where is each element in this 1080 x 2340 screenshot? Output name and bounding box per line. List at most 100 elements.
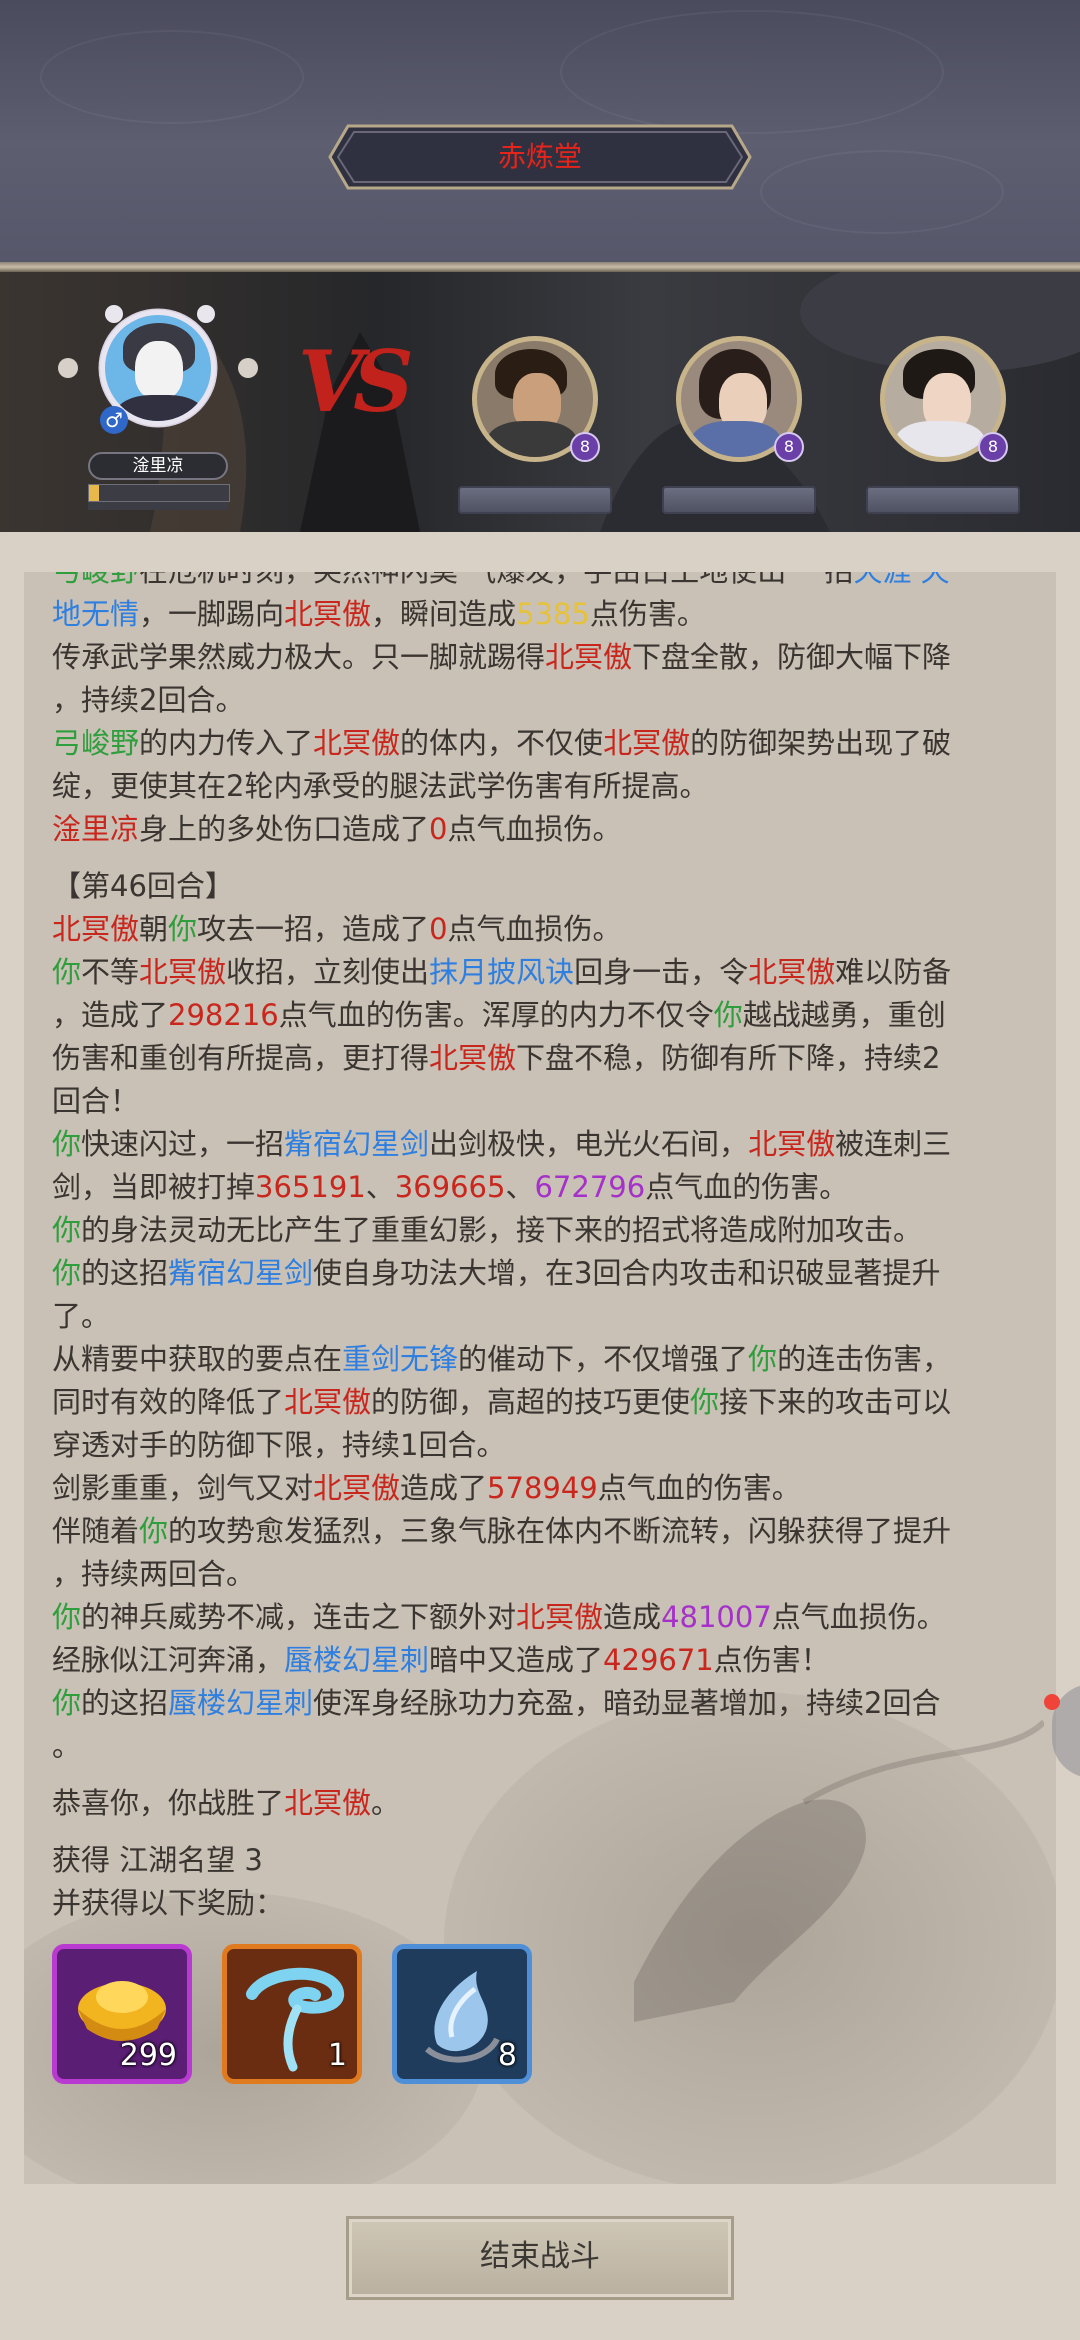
log-segment: 北冥傲	[313, 1471, 401, 1505]
log-segment: 你	[139, 1514, 169, 1548]
log-line: 弓峻野在危机时刻，突然神闪莫 气爆发，手由白土地使出 一招天涯 天	[52, 572, 1042, 593]
log-segment: 你	[52, 955, 82, 989]
log-segment: 身上的多处伤口造成了	[139, 812, 430, 846]
log-line: 弓峻野的内力传入了北冥傲的体内，不仅使北冥傲的防御架势出现了破	[52, 722, 1042, 765]
log-segment: 不等	[81, 955, 140, 989]
enemy-name-plate	[866, 486, 1020, 514]
log-segment: 的防御，高超的技巧更使	[371, 1385, 691, 1419]
log-segment: ，一脚踢向	[139, 597, 285, 631]
log-segment: 你	[52, 1127, 82, 1161]
log-segment: 北冥傲	[139, 955, 227, 989]
log-segment: 快速闪过，一招	[81, 1127, 285, 1161]
log-segment: 你	[690, 1385, 720, 1419]
rank-badge: 8	[978, 432, 1008, 462]
enemy-card[interactable]: 8	[866, 336, 1026, 516]
log-line: 你的这招蜃楼幻星刺使浑身经脉功力充盈，暗劲显著增加，持续2回合	[52, 1682, 1042, 1725]
log-segment: 你	[168, 912, 198, 946]
log-segment: 你	[713, 998, 743, 1032]
log-segment: 回身一击，令	[574, 955, 749, 989]
log-segment: 你	[52, 1213, 82, 1247]
log-segment: 暗中又造成了	[429, 1643, 604, 1677]
player-name: 淦里凉	[132, 456, 184, 476]
enemy-card[interactable]: 8	[458, 336, 618, 516]
log-segment: 下盘不稳，防御有所下降，持续2	[516, 1041, 941, 1075]
log-segment: 北冥傲	[748, 1127, 836, 1161]
log-line: 并获得以下奖励：	[52, 1882, 1042, 1925]
log-segment: 弓峻野	[52, 572, 139, 588]
log-segment: 抹月披风诀	[429, 955, 575, 989]
log-segment: 剑影重重，剑气又对	[52, 1471, 314, 1505]
log-segment: 。	[371, 1786, 401, 1820]
log-line: 回合！	[52, 1080, 1042, 1123]
log-segment: 点气血损伤。	[447, 812, 622, 846]
log-segment: 地无情	[52, 597, 140, 631]
log-segment: 获得 江湖名望 3	[52, 1843, 263, 1877]
log-line: 【第46回合】	[52, 865, 1042, 908]
log-line: 传承武学果然威力极大。只一脚就踢得北冥傲下盘全散，防御大幅下降	[52, 636, 1042, 679]
log-segment: 剑，当即被打掉	[52, 1170, 256, 1204]
log-segment: 蜃楼幻星刺	[284, 1643, 430, 1677]
log-segment: 的内力传入了	[139, 726, 314, 760]
log-segment: 经脉似江河奔涌，	[52, 1643, 285, 1677]
log-line: 恭喜你，你战胜了北冥傲。	[52, 1782, 1042, 1825]
log-line: 你的身法灵动无比产生了重重幻影，接下来的招式将造成附加攻击。	[52, 1209, 1042, 1252]
log-segment: 429671	[603, 1643, 714, 1677]
log-segment: ，造成了	[52, 998, 169, 1032]
reward-count: 8	[497, 2038, 517, 2073]
reward-item[interactable]: 1	[222, 1944, 362, 2084]
log-segment: ，瞬间造成	[371, 597, 517, 631]
log-segment: 觜宿幻星剑	[168, 1256, 314, 1290]
log-segment: 被连刺三	[835, 1127, 952, 1161]
log-line: ，持续2回合。	[52, 679, 1042, 722]
log-line: 了。	[52, 1295, 1042, 1338]
player-name-plate: 淦里凉	[88, 452, 228, 480]
log-segment: 攻去一招，造成了	[197, 912, 430, 946]
log-segment: 在危机时刻，突然神闪莫 气爆发，手由白土地使出 一招	[139, 572, 853, 588]
log-line: 你的神兵威势不减，连击之下额外对北冥傲造成481007点气血损伤。	[52, 1596, 1042, 1639]
end-battle-button[interactable]: 结束战斗	[346, 2216, 734, 2300]
reward-item[interactable]: 299	[52, 1944, 192, 2084]
log-segment: 越战越勇，重创	[742, 998, 946, 1032]
notification-dot	[1044, 1694, 1060, 1710]
player-card[interactable]: ♂ 淦里凉	[58, 302, 258, 512]
log-segment: 弓峻野	[52, 726, 140, 760]
log-line: 同时有效的降低了北冥傲的防御，高超的技巧更使你接下来的攻击可以	[52, 1381, 1042, 1424]
log-segment: 北冥傲	[284, 1385, 372, 1419]
log-segment: 369665	[394, 1170, 506, 1204]
log-segment: 你	[52, 1600, 82, 1634]
log-segment: 使浑身经脉功力充盈，暗劲显著增加，持续2回合	[313, 1686, 941, 1720]
log-segment: 造成了	[400, 1471, 488, 1505]
log-segment: 672796	[534, 1170, 646, 1204]
log-segment: 使自身功法大增，在3回合内攻击和识破显著提升	[313, 1256, 941, 1290]
player-mp-bar	[88, 502, 228, 510]
log-segment: 北冥傲	[284, 597, 372, 631]
enemy-card[interactable]: 8	[662, 336, 822, 516]
log-line: 淦里凉身上的多处伤口造成了0点气血损伤。	[52, 808, 1042, 851]
log-segment: 北冥傲	[545, 640, 633, 674]
log-line: 北冥傲朝你攻去一招，造成了0点气血损伤。	[52, 908, 1042, 951]
log-segment: 朝	[139, 912, 169, 946]
page-title: 赤炼堂	[497, 140, 582, 173]
log-segment: 北冥傲	[516, 1600, 604, 1634]
log-segment: 的神兵威势不减，连击之下额外对	[81, 1600, 517, 1634]
vs-emblem: VS	[298, 332, 414, 431]
log-segment: 下盘全散，防御大幅下降	[632, 640, 952, 674]
log-segment: 的体内，不仅使	[400, 726, 604, 760]
log-segment: 298216	[168, 998, 279, 1032]
log-segment: 重剑无锋	[342, 1342, 459, 1376]
reward-count: 1	[327, 2038, 347, 2073]
log-segment: 的防御架势出现了破	[690, 726, 952, 760]
log-spacer	[52, 1825, 1042, 1839]
log-segment: 5385	[516, 597, 590, 631]
log-line: 你的这招觜宿幻星剑使自身功法大增，在3回合内攻击和识破显著提升	[52, 1252, 1042, 1295]
log-line: 获得 江湖名望 3	[52, 1839, 1042, 1882]
battle-log-panel[interactable]: 弓峻野在危机时刻，突然神闪莫 气爆发，手由白土地使出 一招天涯 天地无情，一脚踢…	[24, 572, 1056, 2184]
log-segment: 出剑极快，电光火石间，	[429, 1127, 749, 1161]
log-segment: ，持续2回合。	[52, 683, 245, 717]
log-spacer	[52, 851, 1042, 865]
reward-item[interactable]: 8	[392, 1944, 532, 2084]
log-segment: 绽，更使其在2轮内承受的腿法武学伤害有所提高。	[52, 769, 709, 803]
log-spacer	[52, 1768, 1042, 1782]
log-segment: 点气血的伤害。	[645, 1170, 849, 1204]
log-segment: 觜宿幻星剑	[284, 1127, 430, 1161]
